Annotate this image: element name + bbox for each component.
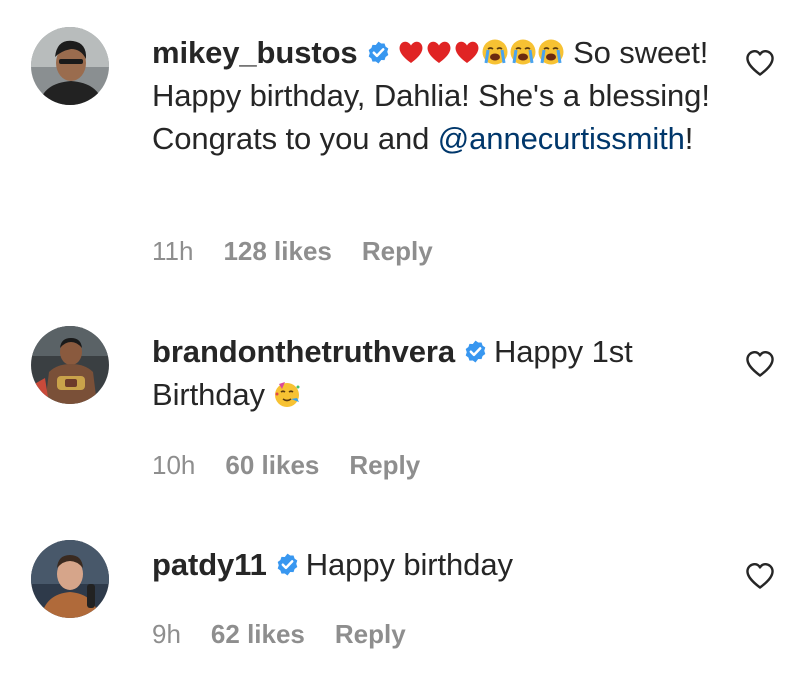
comment-meta: 11h 128 likes Reply (152, 236, 463, 266)
likes-count[interactable]: 62 likes (211, 619, 305, 649)
avatar[interactable] (31, 326, 109, 404)
reply-button[interactable]: Reply (349, 450, 420, 480)
comment-text: patdy11 Happy birthday (152, 543, 712, 586)
comment-meta: 9h 62 likes Reply (152, 619, 436, 649)
like-heart-icon[interactable] (745, 49, 775, 77)
reply-button[interactable]: Reply (362, 236, 433, 266)
username[interactable]: brandonthetruthvera (152, 334, 455, 369)
verified-badge-icon (463, 339, 488, 364)
reply-button[interactable]: Reply (335, 619, 406, 649)
verified-badge-icon (275, 552, 300, 577)
timestamp: 10h (152, 450, 196, 480)
comment-item: brandonthetruthvera Happy 1st Birthday 10… (0, 290, 800, 510)
mention-link[interactable]: @annecurtissmith (438, 121, 685, 156)
verified-badge-icon (366, 40, 391, 65)
emoji-group (397, 35, 565, 70)
username[interactable]: mikey_bustos (152, 35, 358, 70)
loudly-crying-face-icon (481, 38, 509, 66)
comment-body: Happy birthday (305, 547, 513, 582)
comment-body-end: ! (684, 121, 694, 156)
loudly-crying-face-icon (509, 38, 537, 66)
comment-item: mikey_bustos So sweet! Happy birthday, D… (0, 0, 800, 290)
red-heart-icon (397, 38, 425, 66)
likes-count[interactable]: 128 likes (223, 236, 331, 266)
red-heart-icon (453, 38, 481, 66)
partying-face-icon (273, 380, 301, 408)
timestamp: 11h (152, 236, 194, 266)
comment-text: brandonthetruthvera Happy 1st Birthday (152, 330, 712, 416)
timestamp: 9h (152, 619, 181, 649)
red-heart-icon (425, 38, 453, 66)
like-heart-icon[interactable] (745, 562, 775, 590)
loudly-crying-face-icon (537, 38, 565, 66)
avatar[interactable] (31, 540, 109, 618)
like-heart-icon[interactable] (745, 350, 775, 378)
comment-meta: 10h 60 likes Reply (152, 450, 450, 480)
comment-item: patdy11 Happy birthday 9h 62 likes Reply (0, 510, 800, 681)
username[interactable]: patdy11 (152, 547, 267, 582)
avatar[interactable] (31, 27, 109, 105)
likes-count[interactable]: 60 likes (225, 450, 319, 480)
comment-text: mikey_bustos So sweet! Happy birthday, D… (152, 31, 712, 160)
